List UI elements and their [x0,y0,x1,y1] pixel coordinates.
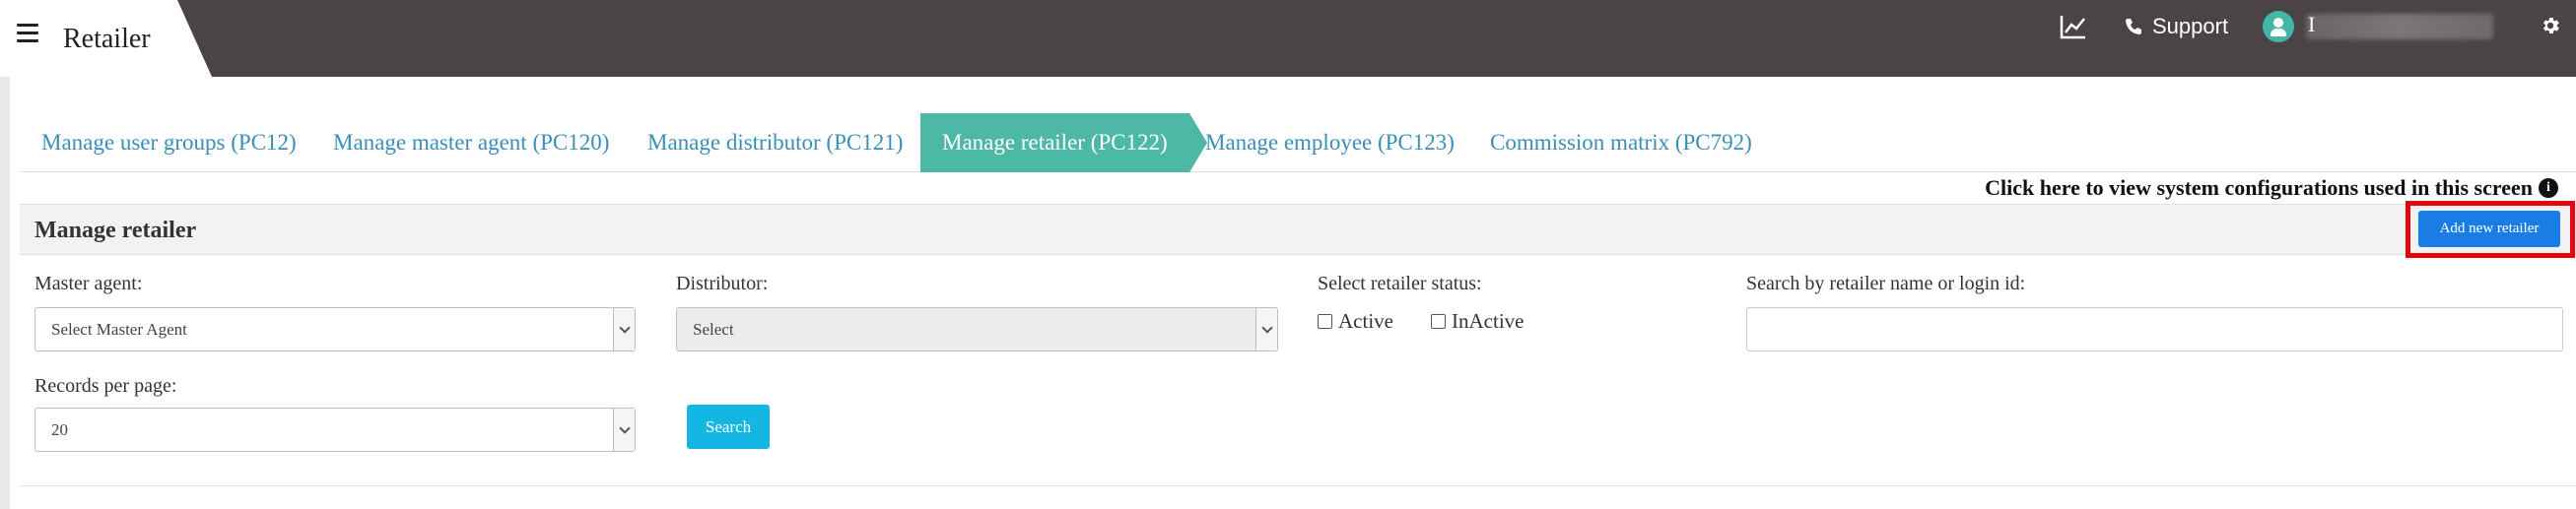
support-link[interactable]: Support [2125,14,2228,39]
chevron-down-icon [613,308,635,350]
left-rail [0,77,10,509]
status-active-label: Active [1338,309,1393,333]
distributor-label: Distributor: [676,273,769,294]
distributor-value: Select [693,320,734,339]
tab-manage-employee[interactable]: Manage employee (PC123) [1205,113,1455,172]
master-agent-select[interactable]: Select Master Agent [34,307,636,351]
gear-icon[interactable] [2540,15,2561,36]
add-new-retailer-button[interactable]: Add new retailer [2418,211,2560,247]
support-label: Support [2152,14,2229,38]
tab-commission-matrix[interactable]: Commission matrix (PC792) [1490,113,1752,172]
checkbox-box[interactable] [1318,314,1332,329]
chevron-down-icon [613,409,635,451]
system-config-link[interactable]: Click here to view system configurations… [1985,175,2558,201]
tab-manage-user-groups[interactable]: Manage user groups (PC12) [41,113,297,172]
records-per-page-value: 20 [51,420,68,439]
search-button[interactable]: Search [687,405,770,449]
phone-icon [2126,19,2141,34]
user-initial: I [2308,12,2316,36]
top-bar: Retailer Support I [0,0,2576,77]
panel-title: Manage retailer [34,218,197,243]
divider [20,485,2576,486]
records-per-page-label: Records per page: [34,375,177,397]
status-active-checkbox[interactable]: Active [1318,309,1393,334]
panel-header: Manage retailer [20,204,2576,255]
user-name-redacted[interactable] [2306,14,2493,39]
checkbox-box[interactable] [1431,314,1446,329]
user-avatar-icon[interactable] [2263,11,2294,42]
retailer-status-label: Select retailer status: [1318,273,1482,294]
search-label: Search by retailer name or login id: [1746,273,2026,294]
highlight-box: Add new retailer [2406,201,2575,258]
distributor-select[interactable]: Select [676,307,1278,351]
module-tabs: Manage user groups (PC12) Manage master … [20,113,2576,172]
app-title: Retailer [63,24,151,54]
status-inactive-label: InActive [1452,309,1525,333]
system-config-label: Click here to view system configurations… [1985,175,2533,200]
chevron-down-icon [1255,308,1277,350]
master-agent-value: Select Master Agent [51,320,187,339]
tab-manage-distributor[interactable]: Manage distributor (PC121) [647,113,903,172]
records-per-page-select[interactable]: 20 [34,408,636,452]
app-title-tab: Retailer [0,0,212,77]
search-input[interactable] [1746,307,2563,351]
master-agent-label: Master agent: [34,273,143,294]
analytics-chart-icon[interactable] [2060,14,2087,39]
tab-manage-retailer[interactable]: Manage retailer (PC122) [920,113,1207,172]
tab-manage-master-agent[interactable]: Manage master agent (PC120) [333,113,609,172]
hamburger-menu-icon[interactable] [17,24,38,42]
info-icon: i [2539,178,2558,198]
status-inactive-checkbox[interactable]: InActive [1431,309,1524,334]
